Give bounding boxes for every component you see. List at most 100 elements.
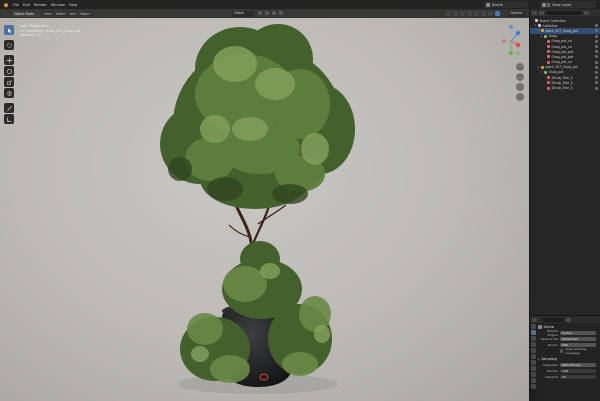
outliner-panel: Scene Collection ▾ Collection ▾ plant_007_Os… — [529, 9, 600, 315]
properties-search-input[interactable] — [542, 317, 564, 322]
menu-render[interactable]: Render — [33, 3, 48, 7]
scene-selector[interactable]: Scene — [484, 1, 528, 8]
rotate-tool[interactable] — [4, 66, 14, 76]
eye-visibility-icon[interactable] — [595, 45, 598, 49]
eye-visibility-icon[interactable] — [595, 34, 598, 38]
outliner-row-label: Osag — [548, 34, 557, 39]
world-tab-icon[interactable] — [531, 354, 536, 359]
menu-file[interactable]: File — [12, 3, 20, 7]
visibility-icon[interactable] — [446, 11, 451, 16]
render-samples-field[interactable]: 128 — [560, 368, 596, 374]
snap-target-icon[interactable] — [272, 11, 276, 15]
scale-tool[interactable] — [4, 77, 14, 87]
rendered-shading-icon[interactable] — [495, 11, 500, 16]
eye-visibility-icon[interactable] — [595, 50, 598, 54]
outliner-type-icon — [544, 70, 547, 74]
menu-window[interactable]: Window — [50, 3, 66, 7]
particles-tab-icon[interactable] — [531, 378, 536, 383]
outliner-editor-icon[interactable] — [532, 10, 537, 15]
wireframe-shading-icon[interactable] — [474, 11, 479, 16]
annotate-tool[interactable] — [4, 103, 14, 113]
outliner-type-icon — [541, 29, 544, 33]
render-engine-dropdown[interactable]: Cycles — [560, 330, 596, 336]
navigation-gizmo[interactable] — [498, 23, 524, 59]
select-tool[interactable] — [4, 25, 14, 35]
eye-visibility-icon[interactable] — [595, 81, 598, 85]
menu-add[interactable]: Add — [68, 11, 77, 16]
scene-tab-icon[interactable] — [531, 348, 536, 353]
cursor-arrow-icon — [7, 27, 12, 33]
filter-icon[interactable] — [584, 10, 589, 15]
outliner-row-label: Shrub_Tree_S — [551, 80, 573, 85]
outliner-type-icon — [547, 39, 550, 43]
outliner-row-label: Collection — [542, 23, 559, 28]
gizmo-toggle-icon[interactable] — [453, 11, 458, 16]
menu-view[interactable]: View — [43, 11, 53, 16]
eye-visibility-icon[interactable] — [595, 76, 598, 80]
outliner-row-label: Osag_pot_pot — [551, 54, 574, 59]
outliner-row-label: Shrub_Tree_S — [551, 86, 573, 91]
measure-ruler-icon — [6, 116, 12, 122]
outliner-search-input[interactable] — [546, 10, 582, 15]
render-tab-icon[interactable] — [531, 330, 536, 335]
zoom-icon[interactable] — [516, 63, 524, 71]
feature-set-dropdown[interactable]: Supported — [560, 336, 596, 342]
eye-visibility-icon[interactable] — [595, 70, 598, 74]
outliner-row-label: plant_007_Osag_pot — [545, 65, 578, 70]
eye-visibility-icon[interactable] — [595, 60, 598, 64]
eye-visibility-icon[interactable] — [595, 24, 598, 28]
outliner-row-label: Scene Collection — [539, 18, 567, 23]
xray-icon[interactable] — [467, 11, 472, 16]
options-dropdown[interactable]: Options — [508, 10, 526, 17]
eye-visibility-icon[interactable] — [595, 29, 598, 33]
tool-tab-icon[interactable] — [531, 324, 536, 329]
menu-select[interactable]: Select — [54, 11, 67, 16]
outliner-type-icon — [535, 19, 538, 23]
view-layer-tab-icon[interactable] — [531, 342, 536, 347]
collection-tab-icon[interactable] — [531, 360, 536, 365]
eye-visibility-icon[interactable] — [595, 86, 598, 90]
object-tab-icon[interactable] — [531, 366, 536, 371]
mode-dropdown[interactable]: Object Mode — [12, 10, 40, 17]
viewport-samples-label: Viewport — [544, 375, 558, 379]
measure-tool[interactable] — [4, 114, 14, 124]
viewport-samples-field[interactable]: 32 — [560, 374, 596, 380]
display-mode-icon[interactable] — [539, 10, 544, 15]
menu-help[interactable]: Help — [68, 3, 78, 7]
move-tool[interactable] — [4, 55, 14, 65]
modifier-tab-icon[interactable] — [531, 372, 536, 377]
proportional-edit-icon[interactable] — [279, 11, 283, 15]
outliner-row-label: Shrub_Tree_S — [551, 75, 573, 80]
camera-view-icon[interactable] — [516, 83, 524, 91]
outliner-type-icon — [547, 45, 550, 49]
outliner-row[interactable]: Shrub_Tree_S — [530, 85, 600, 90]
integrator-dropdown[interactable]: Path Tracing — [560, 362, 596, 368]
transform-tool[interactable] — [4, 88, 14, 98]
properties-editor-icon[interactable] — [532, 317, 537, 322]
pivot-icon[interactable] — [258, 11, 262, 15]
solid-shading-icon[interactable] — [481, 11, 486, 16]
view-layer-selector[interactable]: View Layer — [540, 1, 596, 8]
3d-viewport[interactable]: Object Mode View Select Add Object Globa… — [0, 9, 529, 401]
eye-visibility-icon[interactable] — [595, 65, 598, 69]
transform-orientation-dropdown[interactable]: Global — [232, 10, 254, 17]
material-shading-icon[interactable] — [488, 11, 493, 16]
pan-hand-icon[interactable] — [516, 73, 524, 81]
menu-edit[interactable]: Edit — [22, 3, 31, 7]
perspective-toggle-icon[interactable] — [516, 93, 524, 101]
render-samples-label: Render — [547, 369, 558, 373]
editor-type-button[interactable] — [2, 10, 10, 17]
menu-object[interactable]: Object — [78, 11, 91, 16]
eye-visibility-icon[interactable] — [595, 55, 598, 59]
blender-logo-icon[interactable] — [2, 1, 10, 8]
overlays-icon[interactable] — [460, 11, 465, 16]
physics-tab-icon[interactable] — [531, 384, 536, 389]
osl-checkbox[interactable] — [560, 349, 564, 353]
output-tab-icon[interactable] — [531, 336, 536, 341]
scale-icon — [6, 79, 12, 85]
snap-icon[interactable] — [265, 11, 269, 15]
pin-icon[interactable] — [566, 317, 571, 322]
main-menu: File Edit Render Window Help — [12, 3, 78, 7]
eye-visibility-icon[interactable] — [595, 39, 598, 43]
cursor-tool[interactable] — [4, 40, 14, 50]
